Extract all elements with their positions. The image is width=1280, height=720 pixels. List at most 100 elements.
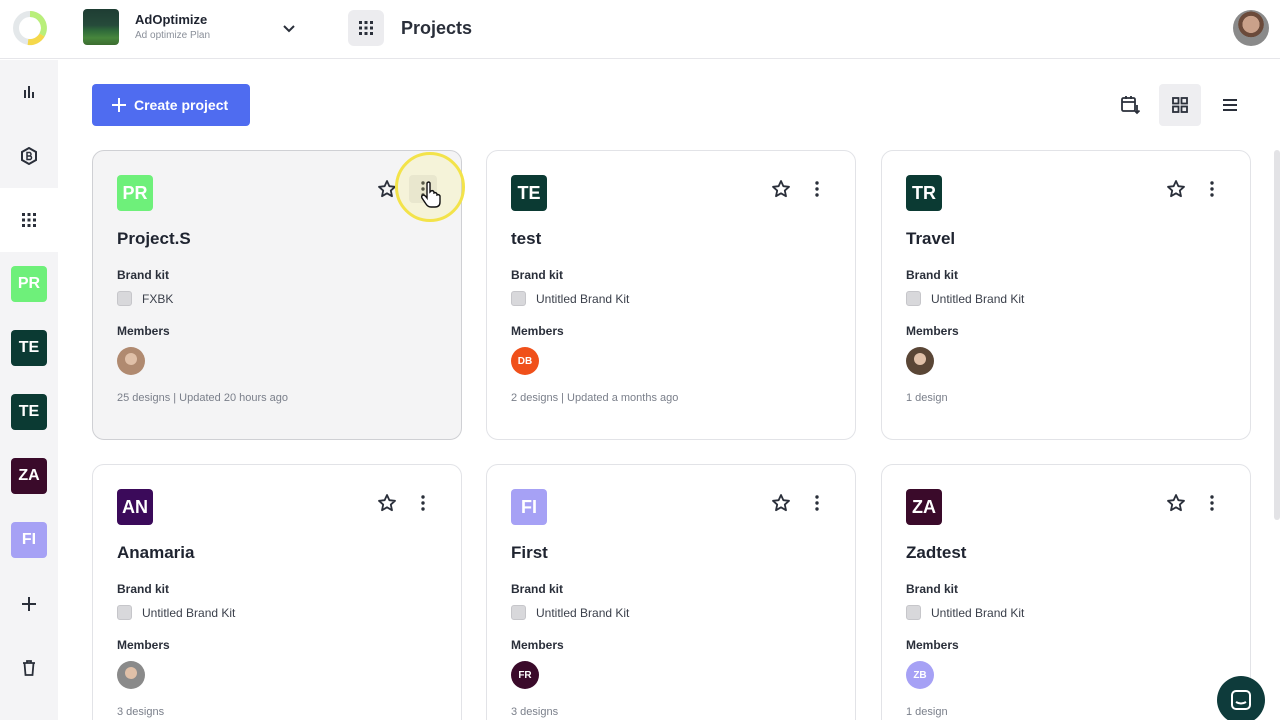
brand-kit-swatch xyxy=(511,291,526,306)
chevron-down-icon[interactable] xyxy=(280,20,298,38)
sidebar-item-analytics[interactable] xyxy=(0,60,58,124)
brand-kit-name: Untitled Brand Kit xyxy=(536,291,630,306)
sidebar-trash-button[interactable] xyxy=(0,636,58,700)
project-card[interactable]: ZA Zadtest Brand kit Untitled Brand Kit … xyxy=(881,464,1251,720)
project-meta: 1 design xyxy=(906,706,948,718)
project-meta: 2 designs | Updated a months ago xyxy=(511,392,679,404)
workspace-thumbnail[interactable] xyxy=(83,9,119,45)
brand-kit-row: Untitled Brand Kit xyxy=(511,291,629,306)
member-initials: ZB xyxy=(913,669,927,681)
brand-kit-row: Untitled Brand Kit xyxy=(511,605,629,620)
member-avatar[interactable]: ZB xyxy=(906,661,934,689)
sidebar-project-1[interactable]: PR xyxy=(0,252,58,316)
sidebar-item-projects[interactable] xyxy=(0,188,58,252)
brand-kit-label: Brand kit xyxy=(117,582,170,596)
member-avatar[interactable]: FR xyxy=(511,661,539,689)
star-icon[interactable] xyxy=(771,493,791,513)
member-avatar[interactable] xyxy=(117,347,145,375)
trash-icon xyxy=(23,660,35,676)
project-badge: PR xyxy=(117,175,153,211)
member-avatar[interactable] xyxy=(906,347,934,375)
plus-icon xyxy=(112,98,126,112)
project-card[interactable]: TE test Brand kit Untitled Brand Kit Mem… xyxy=(486,150,856,440)
project-meta: 3 designs xyxy=(511,706,559,718)
brand-kit-row: Untitled Brand Kit xyxy=(117,605,235,620)
star-icon[interactable] xyxy=(1166,493,1186,513)
project-card[interactable]: FI First Brand kit Untitled Brand Kit Me… xyxy=(486,464,856,720)
brand-kit-swatch xyxy=(511,605,526,620)
sidebar-project-3[interactable]: TE xyxy=(0,380,58,444)
more-options-button[interactable] xyxy=(409,489,437,517)
scrollbar[interactable] xyxy=(1274,150,1280,520)
brand-kit-icon xyxy=(21,147,37,165)
members-label: Members xyxy=(117,324,170,338)
app-logo-icon[interactable] xyxy=(12,7,48,49)
sidebar-project-4[interactable]: ZA xyxy=(0,444,58,508)
apps-grid-icon xyxy=(22,213,36,227)
brand-kit-row: FXBK xyxy=(117,291,173,306)
chat-support-button[interactable] xyxy=(1217,676,1265,720)
star-icon[interactable] xyxy=(377,493,397,513)
member-avatar[interactable] xyxy=(117,661,145,689)
project-badge: PR xyxy=(11,266,47,302)
project-card[interactable]: TR Travel Brand kit Untitled Brand Kit M… xyxy=(881,150,1251,440)
brand-kit-label: Brand kit xyxy=(511,268,564,282)
workspace-plan: Ad optimize Plan xyxy=(135,30,211,41)
members-label: Members xyxy=(906,324,959,338)
calendar-sort-icon xyxy=(1121,96,1140,115)
sidebar-project-5[interactable]: FI xyxy=(0,508,58,572)
project-badge: TE xyxy=(511,175,547,211)
project-badge: FI xyxy=(11,522,47,558)
members-label: Members xyxy=(511,324,564,338)
more-options-button[interactable] xyxy=(1198,175,1226,203)
project-badge: ZA xyxy=(11,458,47,494)
create-project-button[interactable]: Create project xyxy=(92,84,250,126)
brand-kit-name: Untitled Brand Kit xyxy=(536,605,630,620)
project-meta: 1 design xyxy=(906,392,948,404)
brand-kit-row: Untitled Brand Kit xyxy=(906,605,1024,620)
more-options-button[interactable] xyxy=(803,489,831,517)
user-avatar[interactable] xyxy=(1233,10,1269,46)
project-card[interactable]: AN Anamaria Brand kit Untitled Brand Kit… xyxy=(92,464,462,720)
more-vertical-icon xyxy=(1210,181,1214,197)
project-meta: 25 designs | Updated 20 hours ago xyxy=(117,392,289,404)
more-options-button[interactable] xyxy=(1198,489,1226,517)
brand-kit-label: Brand kit xyxy=(117,268,170,282)
top-bar: AdOptimize Ad optimize Plan Projects xyxy=(0,0,1280,59)
more-options-button[interactable] xyxy=(803,175,831,203)
hand-cursor-icon xyxy=(420,181,441,208)
star-icon[interactable] xyxy=(1166,179,1186,199)
project-name[interactable]: Travel xyxy=(906,229,955,249)
brand-kit-swatch xyxy=(906,605,921,620)
brand-kit-label: Brand kit xyxy=(511,582,564,596)
star-icon[interactable] xyxy=(771,179,791,199)
more-vertical-icon xyxy=(815,495,819,511)
brand-kit-swatch xyxy=(117,291,132,306)
brand-kit-name: Untitled Brand Kit xyxy=(931,605,1025,620)
workspace-name[interactable]: AdOptimize xyxy=(135,12,207,27)
star-icon[interactable] xyxy=(377,179,397,199)
apps-menu-button[interactable] xyxy=(348,10,384,46)
calendar-sort-button[interactable] xyxy=(1109,84,1151,126)
brand-kit-name: FXBK xyxy=(142,291,174,306)
page-title: Projects xyxy=(401,18,473,38)
project-name[interactable]: Zadtest xyxy=(906,543,966,563)
create-project-label: Create project xyxy=(134,97,229,113)
project-name[interactable]: Anamaria xyxy=(117,543,194,563)
sidebar-add-project-button[interactable] xyxy=(0,572,58,636)
brand-kit-label: Brand kit xyxy=(906,582,959,596)
sidebar-project-2[interactable]: TE xyxy=(0,316,58,380)
project-badge: FI xyxy=(511,489,547,525)
project-badge: TE xyxy=(11,330,47,366)
brand-kit-swatch xyxy=(906,291,921,306)
project-name[interactable]: test xyxy=(511,229,541,249)
sidebar-item-brand-kit[interactable] xyxy=(0,124,58,188)
grid-view-button[interactable] xyxy=(1159,84,1201,126)
list-view-button[interactable] xyxy=(1209,84,1251,126)
brand-kit-name: Untitled Brand Kit xyxy=(931,291,1025,306)
project-meta: 3 designs xyxy=(117,706,165,718)
project-name[interactable]: Project.S xyxy=(117,229,191,249)
member-avatar[interactable]: DB xyxy=(511,347,539,375)
list-view-icon xyxy=(1223,99,1237,111)
project-name[interactable]: First xyxy=(511,543,548,563)
